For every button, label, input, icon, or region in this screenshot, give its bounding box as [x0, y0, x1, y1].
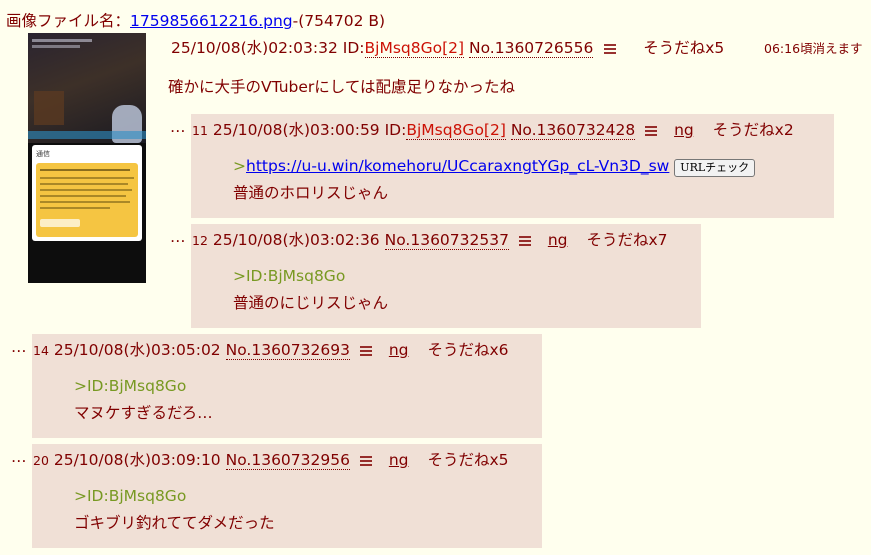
reply-block: 11 25/10/08(水)03:00:59 ID:BjMsq8Go[2] No… — [191, 114, 834, 218]
reply-soudane[interactable]: そうだねx5 — [427, 451, 508, 469]
op-expire: 06:16頃消えます — [764, 41, 863, 56]
image-file-label: 画像ファイル名： — [6, 12, 131, 30]
reply-soudane[interactable]: そうだねx6 — [427, 341, 508, 359]
image-file-link[interactable]: 1759856612216.png — [130, 12, 293, 30]
menu-icon[interactable] — [645, 124, 658, 137]
reply-datetime: 25/10/08(水)03:05:02 — [53, 341, 221, 359]
reply-link-line: >https://u-u.win/komehoru/UCcaraxngtYGp_… — [233, 157, 756, 177]
reply-prefix: … — [170, 228, 186, 246]
reply-quote: >ID:BjMsq8Go — [233, 267, 346, 285]
menu-icon[interactable] — [518, 234, 531, 247]
op-id-label: ID: — [342, 39, 365, 57]
reply-header: 11 25/10/08(水)03:00:59 ID:BjMsq8Go[2] No… — [192, 118, 794, 140]
reply-post-number[interactable]: No.1360732956 — [225, 451, 350, 470]
reply-datetime: 25/10/08(水)03:00:59 — [212, 121, 380, 139]
url-check-button[interactable]: URLチェック — [674, 159, 756, 177]
menu-icon[interactable] — [604, 42, 617, 55]
thumbnail-dialog-title: 通信 — [36, 150, 50, 158]
op-id-value[interactable]: BjMsq8Go[2] — [364, 39, 465, 58]
reply-id-label: ID: — [384, 121, 407, 139]
reply-block: 20 25/10/08(水)03:09:10 No.1360732956 ng … — [32, 444, 542, 548]
reply-block: 12 25/10/08(水)03:02:36 No.1360732537 ng … — [191, 224, 701, 328]
reply-number: 12 — [192, 233, 208, 248]
op-post-number[interactable]: No.1360726556 — [468, 39, 594, 58]
reply-header: 20 25/10/08(水)03:09:10 No.1360732956 ng … — [33, 448, 509, 470]
reply-number: 20 — [33, 453, 49, 468]
reply-body: 普通のにじリスじゃん — [233, 294, 389, 312]
reply-prefix: … — [11, 448, 27, 466]
reply-number: 11 — [192, 123, 208, 138]
ng-link[interactable]: ng — [389, 451, 409, 469]
reply-id-value[interactable]: BjMsq8Go[2] — [406, 121, 506, 140]
menu-icon[interactable] — [359, 454, 372, 467]
reply-body: マヌケすぎるだろ… — [74, 404, 213, 422]
reply-datetime: 25/10/08(水)03:02:36 — [212, 231, 380, 249]
reply-body: ゴキブリ釣れててダメだった — [74, 514, 275, 532]
reply-number: 14 — [33, 343, 49, 358]
op-datetime: 25/10/08(水)02:03:32 — [171, 39, 338, 57]
op-soudane[interactable]: そうだねx5 — [643, 39, 724, 57]
reply-header: 12 25/10/08(水)03:02:36 No.1360732537 ng … — [192, 228, 668, 250]
reply-datetime: 25/10/08(水)03:09:10 — [53, 451, 221, 469]
reply-block: 14 25/10/08(水)03:05:02 No.1360732693 ng … — [32, 334, 542, 438]
reply-post-number[interactable]: No.1360732428 — [510, 121, 636, 140]
reply-quote: >ID:BjMsq8Go — [74, 377, 187, 395]
op-header: 25/10/08(水)02:03:32 ID:BjMsq8Go[2] No.13… — [171, 36, 724, 58]
quote-mark: > — [233, 157, 246, 175]
reply-header: 14 25/10/08(水)03:05:02 No.1360732693 ng … — [33, 338, 509, 360]
image-file-info: 画像ファイル名：1759856612216.png-(754702 B) — [6, 9, 385, 31]
ng-link[interactable]: ng — [674, 121, 694, 139]
op-comment: 確かに大手のVTuberにしては配慮足りなかったね — [168, 78, 516, 96]
ng-link[interactable]: ng — [389, 341, 409, 359]
op-thumbnail[interactable]: 通信 — [28, 33, 146, 283]
reply-post-number[interactable]: No.1360732693 — [225, 341, 350, 360]
ng-link[interactable]: ng — [548, 231, 568, 249]
reply-quote: >ID:BjMsq8Go — [74, 487, 187, 505]
reply-body: 普通のホロリスじゃん — [233, 184, 389, 202]
reply-post-number[interactable]: No.1360732537 — [384, 231, 509, 250]
reply-soudane[interactable]: そうだねx7 — [586, 231, 667, 249]
reply-soudane[interactable]: そうだねx2 — [713, 121, 794, 139]
reply-prefix: … — [11, 338, 27, 356]
reply-prefix: … — [170, 118, 186, 136]
thumbnail-dialog: 通信 — [32, 145, 142, 241]
menu-icon[interactable] — [359, 344, 372, 357]
image-file-size: -(754702 B) — [292, 12, 386, 30]
external-link[interactable]: https://u-u.win/komehoru/UCcaraxngtYGp_c… — [246, 157, 669, 175]
